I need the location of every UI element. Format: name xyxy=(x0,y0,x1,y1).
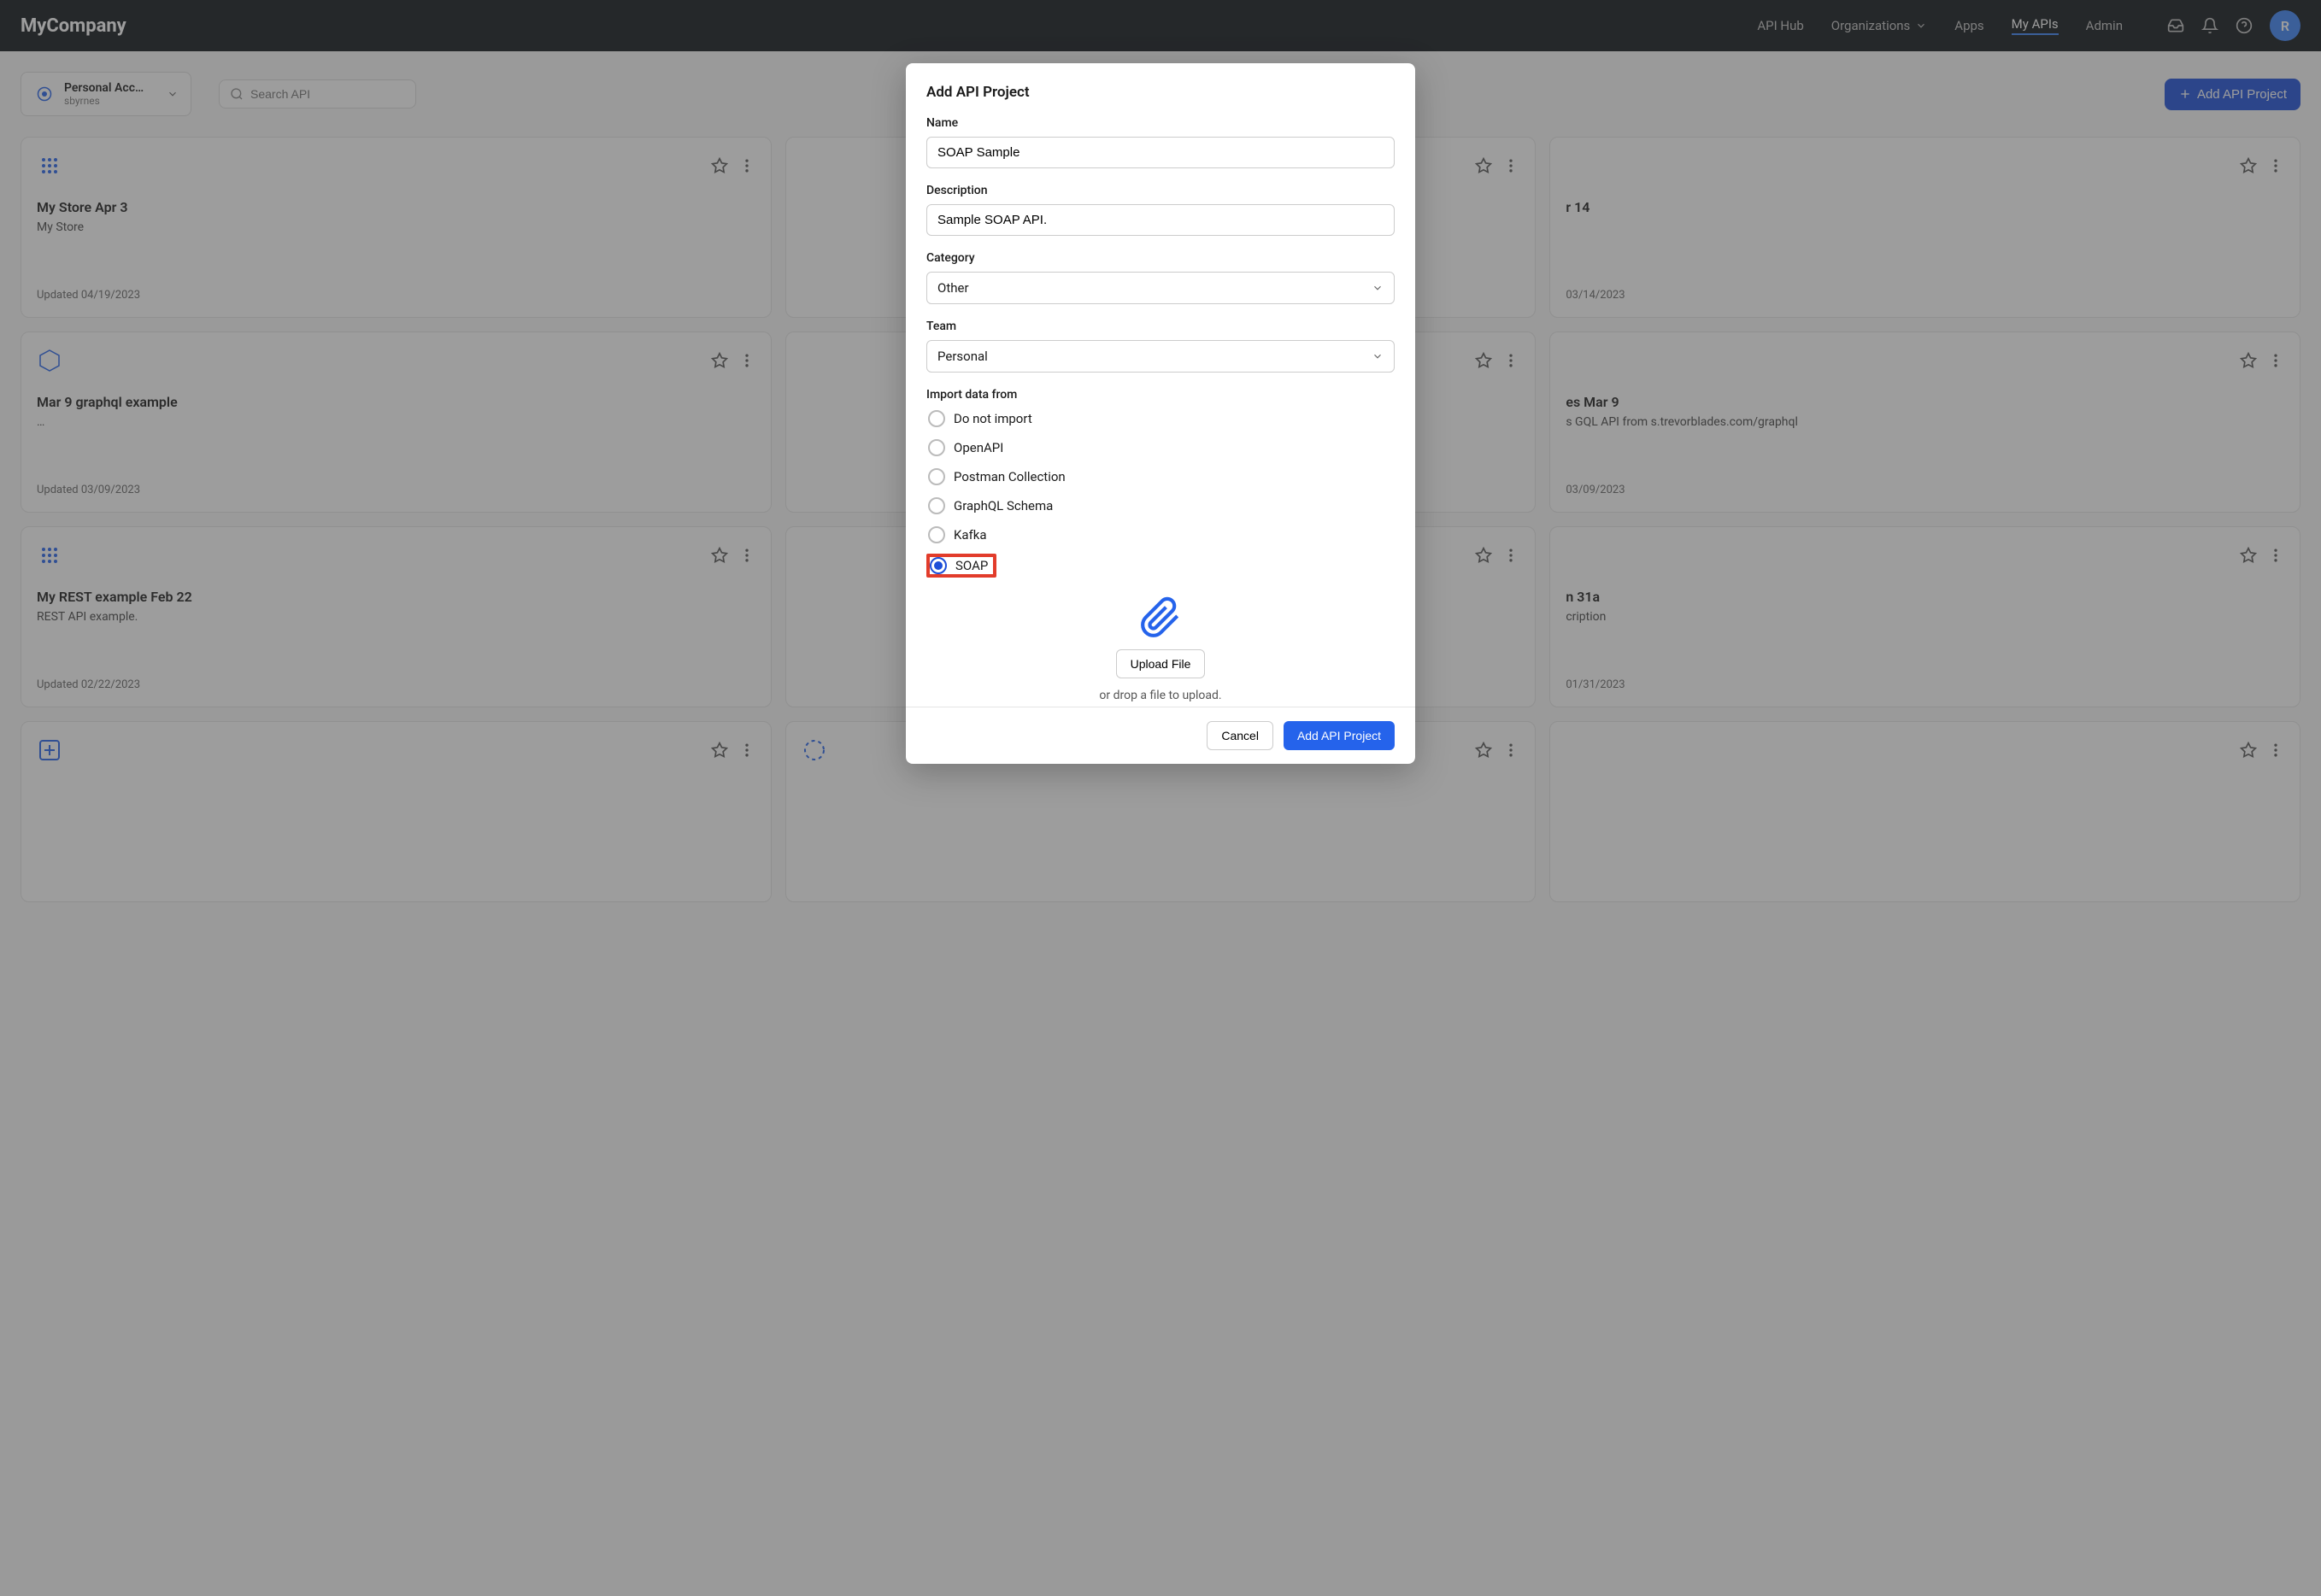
category-label: Category xyxy=(926,251,1395,265)
team-select[interactable]: Personal xyxy=(926,340,1395,373)
radio-label: GraphQL Schema xyxy=(954,498,1053,513)
upload-hint: or drop a file to upload. xyxy=(1099,689,1221,702)
import-option-graphql-schema[interactable]: GraphQL Schema xyxy=(926,496,1395,516)
modal-body: Add API Project Name Description Categor… xyxy=(906,63,1415,707)
radio-label: Do not import xyxy=(954,411,1032,426)
category-select[interactable]: Other xyxy=(926,272,1395,304)
import-option-postman-collection[interactable]: Postman Collection xyxy=(926,466,1395,487)
radio-label: OpenAPI xyxy=(954,440,1003,455)
radio-label: Kafka xyxy=(954,527,987,543)
cancel-button[interactable]: Cancel xyxy=(1207,721,1273,750)
team-value: Personal xyxy=(937,349,988,364)
radio-icon xyxy=(928,526,945,543)
upload-file-button[interactable]: Upload File xyxy=(1116,649,1206,678)
import-label: Import data from xyxy=(926,388,1395,402)
upload-area: Upload File or drop a file to upload. xyxy=(926,593,1395,707)
radio-icon xyxy=(928,497,945,514)
chevron-down-icon xyxy=(1372,350,1384,362)
paperclip-icon xyxy=(1139,596,1182,639)
import-option-do-not-import[interactable]: Do not import xyxy=(926,408,1395,429)
radio-label: Postman Collection xyxy=(954,469,1066,484)
modal-overlay: Add API Project Name Description Categor… xyxy=(0,0,2321,1596)
import-option-soap[interactable]: SOAP xyxy=(926,554,996,578)
radio-icon xyxy=(928,468,945,485)
description-label: Description xyxy=(926,184,1395,197)
modal-title: Add API Project xyxy=(926,84,1395,101)
name-label: Name xyxy=(926,116,1395,130)
chevron-down-icon xyxy=(1372,282,1384,294)
name-input[interactable] xyxy=(926,137,1395,168)
radio-icon xyxy=(928,439,945,456)
radio-label: SOAP xyxy=(955,558,988,573)
radio-icon xyxy=(928,410,945,427)
radio-icon xyxy=(930,557,947,574)
modal-footer: Cancel Add API Project xyxy=(906,707,1415,764)
team-label: Team xyxy=(926,320,1395,333)
import-radio-group: Do not import OpenAPI Postman Collection… xyxy=(926,408,1395,578)
category-value: Other xyxy=(937,280,969,296)
description-input[interactable] xyxy=(926,204,1395,236)
import-option-kafka[interactable]: Kafka xyxy=(926,525,1395,545)
submit-button[interactable]: Add API Project xyxy=(1284,721,1395,750)
import-option-openapi[interactable]: OpenAPI xyxy=(926,437,1395,458)
add-api-project-modal: Add API Project Name Description Categor… xyxy=(906,63,1415,764)
